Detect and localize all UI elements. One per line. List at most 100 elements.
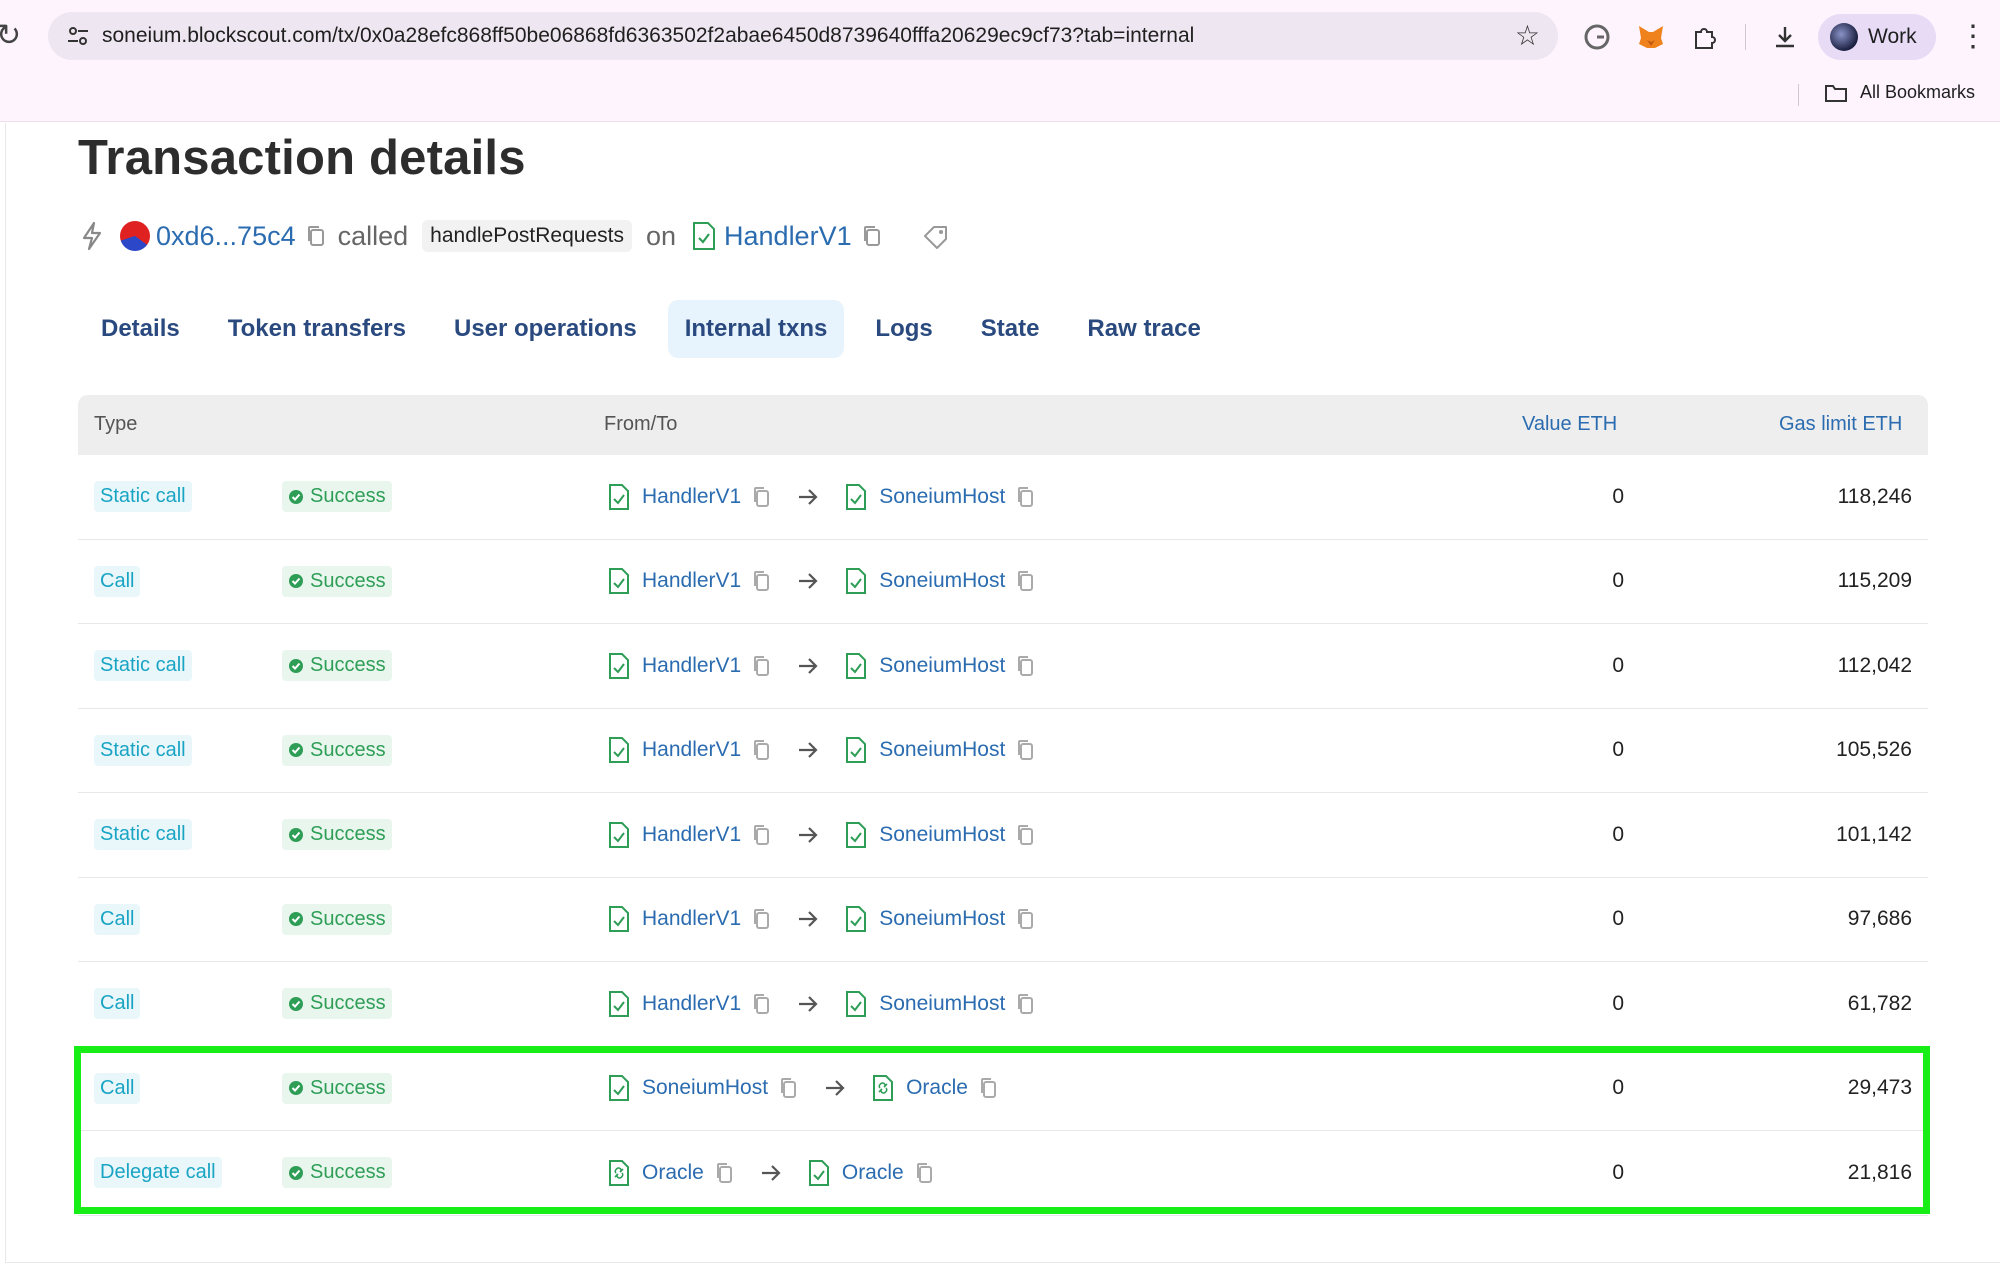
bookmark-star-icon[interactable]: ☆ — [1515, 22, 1540, 50]
browser-menu-icon[interactable]: ⋮ — [1958, 20, 1988, 54]
verified-contract-icon — [609, 483, 629, 510]
all-bookmarks-button[interactable]: All Bookmarks — [1824, 82, 1975, 103]
gas-limit: 118,246 — [1837, 484, 1912, 508]
verified-contract-icon — [846, 906, 867, 933]
copy-icon[interactable] — [753, 993, 771, 1015]
copy-icon[interactable] — [753, 739, 771, 761]
address-bar[interactable]: soneium.blockscout.com/tx/0x0a28efc868ff… — [48, 12, 1558, 60]
gas-limit: 115,209 — [1837, 569, 1912, 593]
browser-toolbar: ↻ soneium.blockscout.com/tx/0x0a28efc868… — [0, 0, 2000, 122]
call-type-badge: Call — [94, 903, 141, 935]
status-text: Success — [310, 823, 386, 846]
copy-icon[interactable] — [1017, 486, 1035, 508]
highlight-box — [74, 1046, 1930, 1214]
status-text: Success — [310, 738, 386, 761]
copy-icon[interactable] — [1017, 655, 1035, 677]
to-address-link[interactable]: SoneiumHost — [879, 907, 1005, 931]
arrow-right-icon — [799, 995, 818, 1012]
copy-icon[interactable] — [753, 486, 771, 508]
copy-icon[interactable] — [753, 824, 771, 846]
from-address-link[interactable]: HandlerV1 — [642, 823, 741, 847]
to-address-link[interactable]: SoneiumHost — [879, 569, 1005, 593]
call-type-badge: Static call — [94, 481, 192, 513]
from-to: HandlerV1 SoneiumHost — [608, 793, 1061, 877]
from-address-link[interactable]: HandlerV1 — [642, 654, 741, 678]
copy-icon[interactable] — [1017, 739, 1035, 761]
profile-button[interactable]: Work — [1818, 14, 1936, 60]
sender-address-link[interactable]: 0xd6...75c4 — [156, 221, 296, 252]
to-address-link[interactable]: SoneiumHost — [879, 738, 1005, 762]
arrow-right-icon — [799, 911, 818, 928]
status-badge: Success — [282, 481, 392, 513]
copy-icon[interactable] — [1017, 908, 1035, 930]
call-type-badge: Static call — [94, 650, 192, 682]
check-circle-icon — [289, 489, 303, 504]
arrow-right-icon — [799, 488, 818, 505]
site-settings-icon[interactable] — [66, 24, 90, 48]
method-badge: handlePostRequests — [422, 220, 632, 252]
value-eth: 0 — [1612, 653, 1624, 677]
verified-contract-icon — [846, 568, 867, 595]
from-address-link[interactable]: HandlerV1 — [642, 992, 741, 1016]
value-eth: 0 — [1612, 738, 1624, 762]
header-value[interactable]: Value ETH — [1522, 413, 1617, 436]
from-address-link[interactable]: HandlerV1 — [642, 485, 741, 509]
check-circle-icon — [289, 743, 303, 758]
extensions-puzzle-icon[interactable] — [1690, 22, 1720, 52]
page-title: Transaction details — [78, 131, 526, 185]
url-path: /tx/0x0a28efc868ff50be06868fd6363502f2ab… — [331, 24, 1195, 47]
called-label: called — [337, 220, 409, 251]
check-circle-icon — [289, 912, 303, 927]
copy-icon[interactable] — [753, 908, 771, 930]
gas-limit: 105,526 — [1836, 738, 1912, 762]
tab-details[interactable]: Details — [84, 300, 197, 358]
table-row: Call Success HandlerV1 SoneiumHost 0 115,209 — [78, 540, 1928, 624]
grammarly-extension-icon[interactable] — [1582, 22, 1612, 52]
tab-user-operations[interactable]: User operations — [437, 300, 654, 358]
tab-internal-txns[interactable]: Internal txns — [667, 300, 845, 358]
copy-icon[interactable] — [1017, 570, 1035, 592]
to-address-link[interactable]: SoneiumHost — [879, 823, 1005, 847]
to-address-link[interactable]: SoneiumHost — [879, 992, 1005, 1016]
from-address-link[interactable]: HandlerV1 — [642, 569, 741, 593]
copy-icon[interactable] — [1017, 993, 1035, 1015]
value-eth: 0 — [1612, 569, 1624, 593]
status-badge: Success — [282, 650, 392, 682]
tab-logs[interactable]: Logs — [858, 300, 949, 358]
from-address-link[interactable]: HandlerV1 — [642, 738, 741, 762]
from-address-link[interactable]: HandlerV1 — [642, 907, 741, 931]
table-row: Static call Success HandlerV1 SoneiumHost 0 1… — [78, 709, 1928, 793]
copy-icon[interactable] — [862, 225, 882, 247]
to-address-link[interactable]: SoneiumHost — [879, 654, 1005, 678]
call-type-badge: Call — [94, 565, 141, 597]
header-type: Type — [94, 413, 138, 435]
gas-limit: 97,686 — [1847, 907, 1912, 931]
reload-icon[interactable]: ↻ — [0, 20, 28, 52]
url-text: soneium.blockscout.com/tx/0x0a28efc868ff… — [102, 24, 1194, 48]
verified-contract-icon — [609, 568, 629, 595]
verified-contract-icon — [846, 483, 867, 510]
copy-icon[interactable] — [306, 225, 326, 247]
tab-raw-trace[interactable]: Raw trace — [1070, 300, 1217, 358]
status-badge: Success — [282, 903, 392, 935]
header-gas-limit[interactable]: Gas limit ETH — [1779, 413, 1902, 436]
download-icon[interactable] — [1770, 22, 1800, 52]
tab-token-transfers[interactable]: Token transfers — [211, 300, 423, 358]
status-text: Success — [310, 569, 386, 592]
verified-contract-icon — [693, 222, 716, 250]
copy-icon[interactable] — [753, 570, 771, 592]
status-badge: Success — [282, 988, 392, 1020]
url-host: soneium.blockscout.com — [102, 24, 332, 47]
metamask-extension-icon[interactable] — [1636, 22, 1666, 52]
arrow-right-icon — [799, 573, 818, 590]
value-eth: 0 — [1612, 822, 1624, 846]
copy-icon[interactable] — [1017, 824, 1035, 846]
copy-icon[interactable] — [753, 655, 771, 677]
to-address-link[interactable]: SoneiumHost — [879, 485, 1005, 509]
tx-summary: 0xd6...75c4 called handlePostRequests on… — [78, 214, 950, 258]
table-row: Call Success HandlerV1 SoneiumHost 0 61,782 — [78, 962, 1928, 1047]
add-tag-icon[interactable] — [922, 223, 950, 249]
contract-link[interactable]: HandlerV1 — [724, 221, 852, 252]
page-border-left — [5, 123, 6, 1263]
tab-state[interactable]: State — [964, 300, 1057, 358]
